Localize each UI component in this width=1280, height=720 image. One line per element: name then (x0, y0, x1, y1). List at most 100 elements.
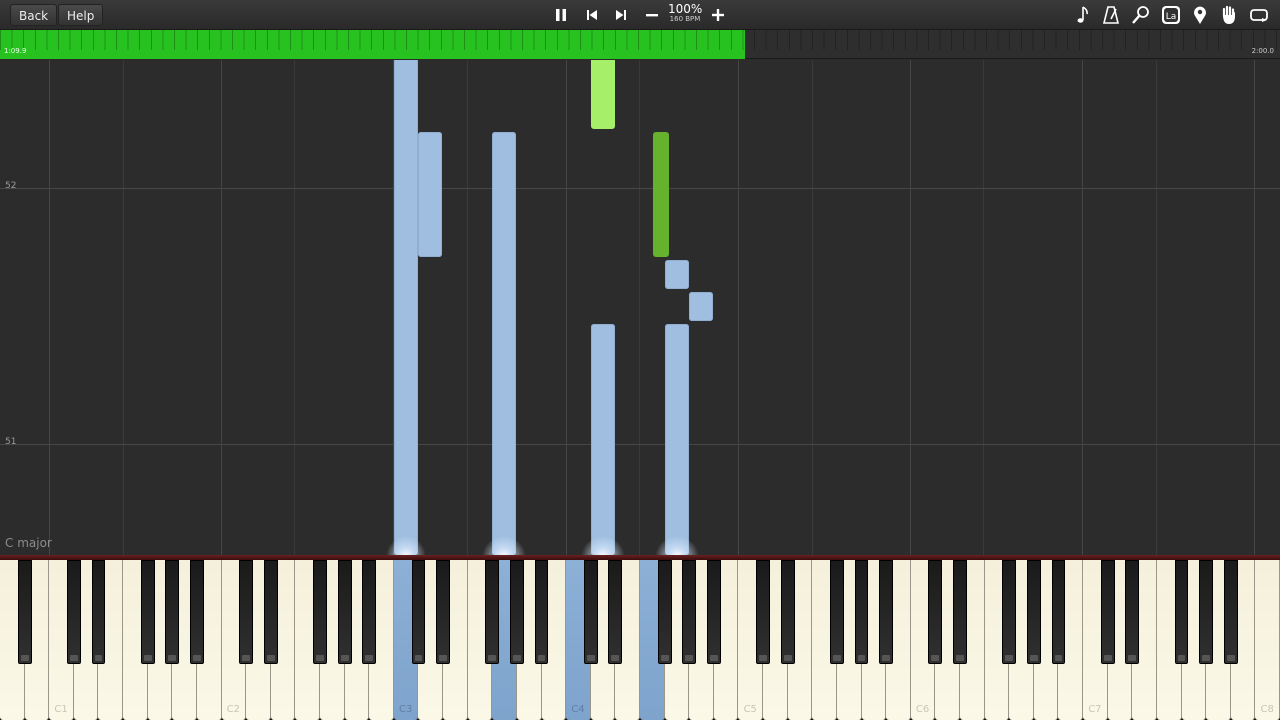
grid-line (566, 60, 567, 555)
grid-line (49, 60, 50, 555)
black-key[interactable] (337, 560, 352, 664)
black-key[interactable] (1100, 560, 1115, 664)
grid-line (983, 60, 984, 555)
loop-icon[interactable] (1248, 4, 1270, 26)
black-key[interactable] (239, 560, 254, 664)
svg-text:La: La (1166, 12, 1177, 22)
black-key[interactable] (313, 560, 327, 664)
piano-keyboard[interactable]: C1 C2 C3 C4 C5 C6 C7 C8 (0, 555, 1280, 720)
black-key[interactable] (879, 560, 894, 664)
toolbar: Back Help 100% 160 BPM La (0, 0, 1280, 30)
octave-label: C6 (915, 704, 930, 715)
next-icon[interactable] (609, 3, 633, 27)
current-time: 1:09.9 (4, 47, 27, 55)
black-key[interactable] (928, 560, 943, 664)
black-key[interactable] (657, 560, 672, 664)
black-key[interactable] (1051, 560, 1066, 664)
falling-note (665, 324, 689, 555)
black-key[interactable] (854, 560, 869, 664)
grid-line (812, 60, 813, 555)
key-hit-spark (655, 536, 699, 555)
key-hit-spark (581, 536, 625, 555)
black-key[interactable] (190, 560, 204, 664)
key-hit-spark (386, 536, 426, 555)
falling-note (591, 60, 615, 129)
falling-note (665, 260, 689, 289)
grid-line (639, 60, 640, 555)
note-icon[interactable] (1071, 4, 1093, 26)
progress-ticks (0, 30, 1280, 50)
black-key[interactable] (953, 560, 967, 664)
measure-line (0, 444, 1280, 445)
black-key[interactable] (436, 560, 450, 664)
grid-line (1082, 60, 1083, 555)
grid-line (123, 60, 124, 555)
measure-number: 51 (5, 437, 17, 447)
key-signature: C major (5, 536, 52, 550)
speed-display[interactable]: 100% 160 BPM (668, 3, 702, 23)
octave-label: C7 (1088, 704, 1102, 715)
pause-icon[interactable] (549, 3, 573, 27)
octave-label: C3 (398, 704, 413, 715)
black-key[interactable] (510, 560, 524, 664)
grid-line (221, 60, 222, 555)
black-key[interactable] (485, 560, 500, 664)
falling-note (418, 132, 442, 257)
grid-line (1254, 60, 1255, 555)
black-key[interactable] (362, 560, 377, 664)
grid-line (467, 60, 468, 555)
black-key[interactable] (583, 560, 598, 664)
minus-icon[interactable] (640, 3, 664, 27)
black-key[interactable] (66, 560, 81, 664)
black-key[interactable] (263, 560, 278, 664)
black-key[interactable] (1174, 560, 1189, 664)
black-key[interactable] (1125, 560, 1140, 664)
marker-icon[interactable] (1189, 4, 1211, 26)
note-roll[interactable]: 52 51 C major (0, 60, 1280, 555)
tempo-label: 160 BPM (669, 15, 701, 23)
hand-icon[interactable] (1218, 4, 1240, 26)
help-button[interactable]: Help (58, 4, 104, 26)
octave-label: C4 (571, 704, 585, 715)
metronome-icon[interactable] (1100, 4, 1122, 26)
plus-icon[interactable] (706, 3, 730, 27)
key-hit-spark (482, 536, 526, 555)
black-key[interactable] (830, 560, 844, 664)
black-key[interactable] (165, 560, 180, 664)
label-icon[interactable]: La (1160, 4, 1182, 26)
grid-line (1156, 60, 1157, 555)
falling-note (591, 324, 615, 555)
white-key-c8[interactable]: C8 (1255, 560, 1280, 720)
octave-label: C1 (54, 704, 68, 715)
black-key[interactable] (1002, 560, 1017, 664)
black-key[interactable] (756, 560, 770, 664)
measure-line (0, 188, 1280, 189)
black-key[interactable] (706, 560, 721, 664)
black-key[interactable] (91, 560, 106, 664)
black-key[interactable] (411, 560, 426, 664)
song-progress-bar[interactable]: 1:09.9 2:00.0 (0, 30, 1280, 59)
measure-number: 52 (5, 181, 17, 191)
black-key[interactable] (682, 560, 697, 664)
octave-label: C8 (1260, 704, 1274, 715)
black-key[interactable] (1026, 560, 1041, 664)
black-key[interactable] (1199, 560, 1214, 664)
black-key[interactable] (140, 560, 155, 664)
falling-note (689, 292, 713, 321)
total-time: 2:00.0 (1251, 47, 1274, 55)
black-key[interactable] (608, 560, 623, 664)
black-key[interactable] (17, 560, 32, 664)
octave-label: C2 (226, 704, 241, 715)
speed-percent: 100% (668, 2, 703, 16)
black-key[interactable] (1223, 560, 1238, 664)
grid-line (910, 60, 911, 555)
black-key[interactable] (534, 560, 549, 664)
zoom-icon[interactable] (1130, 4, 1152, 26)
black-key[interactable] (780, 560, 795, 664)
back-button[interactable]: Back (10, 4, 58, 26)
grid-line (738, 60, 739, 555)
falling-note (492, 132, 516, 555)
falling-note (653, 132, 669, 257)
grid-line (294, 60, 295, 555)
previous-icon[interactable] (580, 3, 604, 27)
